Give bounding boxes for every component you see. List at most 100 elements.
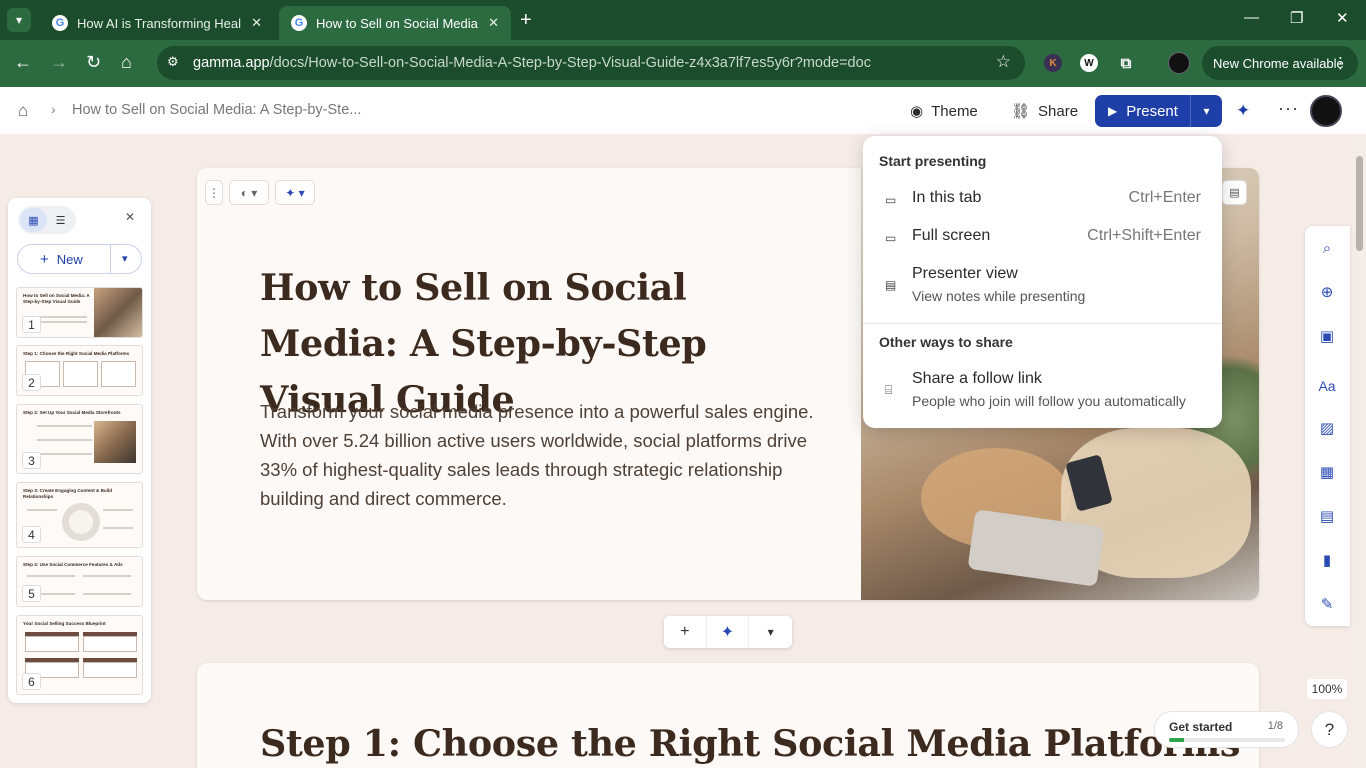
tab-title: How to Sell on Social Media: A Step-by-S…: [316, 15, 479, 31]
home-icon[interactable]: ⌂: [18, 101, 28, 121]
back-arrow-icon[interactable]: ←: [14, 52, 32, 73]
slide-thumb-title: Step 4: Use Social Commerce Features & A…: [23, 562, 123, 567]
layout-icon[interactable]: ▣: [1317, 326, 1337, 346]
maximize-icon[interactable]: ❐: [1290, 9, 1303, 27]
card-ai-edit-icon[interactable]: ✦ ▾: [275, 180, 315, 205]
slide-number: 1: [22, 316, 41, 333]
slide-number: 2: [22, 374, 41, 391]
menu-item-presenter-view[interactable]: ▤ Presenter view View notes while presen…: [863, 262, 1222, 310]
menu-item-label: In this tab: [912, 189, 982, 206]
card-style-palette-icon[interactable]: ◐ ▾: [229, 180, 269, 205]
chevron-down-icon[interactable]: ▾: [122, 252, 128, 265]
embed-icon[interactable]: ▤: [1317, 506, 1337, 526]
menu-shortcut: Ctrl+Shift+Enter: [1087, 227, 1201, 244]
kebab-menu-icon[interactable]: ⋮: [1333, 54, 1348, 72]
monitor-icon: ▭: [885, 231, 897, 245]
tab-close-icon[interactable]: ✕: [251, 15, 262, 31]
help-button[interactable]: ?: [1311, 711, 1348, 748]
palette-icon: ◉: [910, 103, 924, 120]
menu-item-in-this-tab[interactable]: ▭ In this tab Ctrl+Enter: [863, 186, 1222, 224]
profile-avatar-icon[interactable]: [1168, 52, 1190, 74]
menu-item-full-screen[interactable]: ▭ Full screen Ctrl+Shift+Enter: [863, 224, 1222, 262]
theme-label: Theme: [931, 102, 978, 120]
insert-tools-rail: ⌕ ⊕ ▣ Aa ▨ ▦ ▤ ▮ ✎: [1305, 226, 1350, 626]
chart-icon[interactable]: ▮: [1317, 550, 1337, 570]
get-started-label: Get started: [1169, 720, 1233, 734]
close-window-icon[interactable]: ✕: [1336, 9, 1349, 27]
slide-thumb-6[interactable]: Your Social Selling Success Blueprint 6: [16, 615, 143, 695]
slide-thumb-4[interactable]: Step 3: Create Engaging Content & Build …: [16, 482, 143, 548]
slide-number: 4: [22, 526, 41, 543]
grid-icon[interactable]: ▦: [1317, 462, 1337, 482]
tab-close-icon[interactable]: ✕: [488, 15, 499, 31]
add-card-plus-icon[interactable]: +: [664, 616, 707, 648]
slides-panel: ▦ ☰ ✕ + New ▾ How to Sell on Social Medi…: [8, 198, 151, 703]
new-tab-button[interactable]: +: [520, 9, 532, 32]
step1-heading[interactable]: Step 1: Choose the Right Social Media Pl…: [260, 716, 1240, 768]
app-header: ⌂ › How to Sell on Social Media: A Step-…: [0, 87, 1366, 134]
menu-shortcut: Ctrl+Enter: [1128, 189, 1201, 206]
play-icon: ▶: [1108, 104, 1118, 118]
new-label: New: [56, 251, 83, 267]
add-card-ai-icon[interactable]: ✦: [707, 616, 750, 648]
text-style-icon[interactable]: Aa: [1317, 376, 1337, 396]
ai-sparkle-icon[interactable]: ✦: [1236, 101, 1250, 121]
menu-section-other-ways: Other ways to share: [879, 334, 1013, 350]
extension-k-icon[interactable]: K: [1044, 54, 1062, 72]
notes-icon: ▤: [885, 278, 897, 292]
menu-item-label: Full screen: [912, 227, 991, 244]
slide-thumb-3[interactable]: Step 2: Set Up Your Social Media Storefr…: [16, 404, 143, 474]
menu-item-share-follow-link[interactable]: ⌸ Share a follow link People who join wi…: [863, 367, 1222, 415]
search-icon[interactable]: ⌕: [1317, 238, 1337, 258]
browser-tab-1[interactable]: G How AI is Transforming Healthcare ✕: [40, 6, 274, 40]
close-panel-icon[interactable]: ✕: [125, 210, 135, 224]
edit-pen-icon[interactable]: ✎: [1317, 594, 1337, 614]
share-button[interactable]: ⛓ Share: [1011, 95, 1078, 127]
browser-tab-2-active[interactable]: G How to Sell on Social Media: A Step-by…: [279, 6, 511, 40]
audience-icon: ⌸: [885, 383, 893, 397]
bookmark-star-icon[interactable]: ☆: [996, 52, 1011, 72]
extension-w-icon[interactable]: W: [1080, 54, 1098, 72]
image-icon[interactable]: ▨: [1317, 418, 1337, 438]
chevron-right-icon: ›: [51, 101, 56, 117]
doc-lede-paragraph[interactable]: Transform your social media presence int…: [260, 397, 820, 513]
zoom-level[interactable]: 100%: [1307, 679, 1347, 699]
slide-thumb-title: Step 3: Create Engaging Content & Build …: [23, 488, 113, 499]
add-card-toolbar: + ✦ ▾: [664, 616, 792, 648]
user-avatar[interactable]: [1310, 95, 1342, 127]
home-icon[interactable]: ⌂: [121, 52, 132, 73]
new-chrome-available-button[interactable]: New Chrome available ⋮: [1202, 46, 1358, 80]
progress-track: [1169, 738, 1285, 742]
tab-search-button[interactable]: ▾: [7, 8, 31, 32]
slide-thumb-2[interactable]: Step 1: Choose the Right Social Media Pl…: [16, 345, 143, 396]
google-favicon-icon: G: [291, 15, 307, 31]
slide-thumb-5[interactable]: Step 4: Use Social Commerce Features & A…: [16, 556, 143, 607]
address-bar[interactable]: ⚙ gamma.app/docs/How-to-Sell-on-Social-M…: [157, 46, 1025, 80]
card-view-icon[interactable]: ▦: [20, 208, 47, 232]
card-menu-icon[interactable]: ⋮: [205, 180, 223, 205]
theme-button[interactable]: ◉ Theme: [910, 95, 978, 127]
present-dropdown-menu: Start presenting ▭ In this tab Ctrl+Ente…: [863, 136, 1222, 428]
list-view-icon[interactable]: ☰: [47, 208, 74, 232]
page-scrollbar[interactable]: [1353, 136, 1366, 768]
breadcrumb-doc-title[interactable]: How to Sell on Social Media: A Step-by-S…: [72, 102, 361, 118]
forward-arrow-icon[interactable]: →: [50, 52, 68, 73]
card-notes-icon[interactable]: ▤: [1222, 180, 1247, 205]
present-dropdown-toggle[interactable]: ▾: [1190, 95, 1222, 127]
app-window: ▾ G How AI is Transforming Healthcare ✕ …: [0, 0, 1366, 768]
present-button[interactable]: ▶ Present ▾: [1095, 95, 1222, 127]
new-card-button[interactable]: + New ▾: [17, 244, 142, 274]
add-card-icon[interactable]: ⊕: [1317, 282, 1337, 302]
link-icon: ⛓: [1011, 103, 1031, 120]
chevron-down-icon[interactable]: ▾: [749, 616, 792, 648]
slide-thumb-1[interactable]: How to Sell on Social Media: A Step-by-S…: [16, 287, 143, 338]
get-started-widget[interactable]: Get started 1/8: [1154, 711, 1299, 748]
minimize-icon[interactable]: —: [1244, 9, 1259, 26]
reload-icon[interactable]: ↻: [86, 52, 101, 73]
slide-thumb-title: How to Sell on Social Media: A Step-by-S…: [23, 293, 90, 304]
more-options-icon[interactable]: ···: [1278, 98, 1299, 119]
browser-tab-bar: ▾ G How AI is Transforming Healthcare ✕ …: [0, 0, 1366, 40]
scrollbar-thumb[interactable]: [1356, 156, 1363, 251]
extensions-puzzle-icon[interactable]: ⧉: [1117, 54, 1135, 72]
site-info-icon[interactable]: ⚙: [167, 54, 179, 70]
